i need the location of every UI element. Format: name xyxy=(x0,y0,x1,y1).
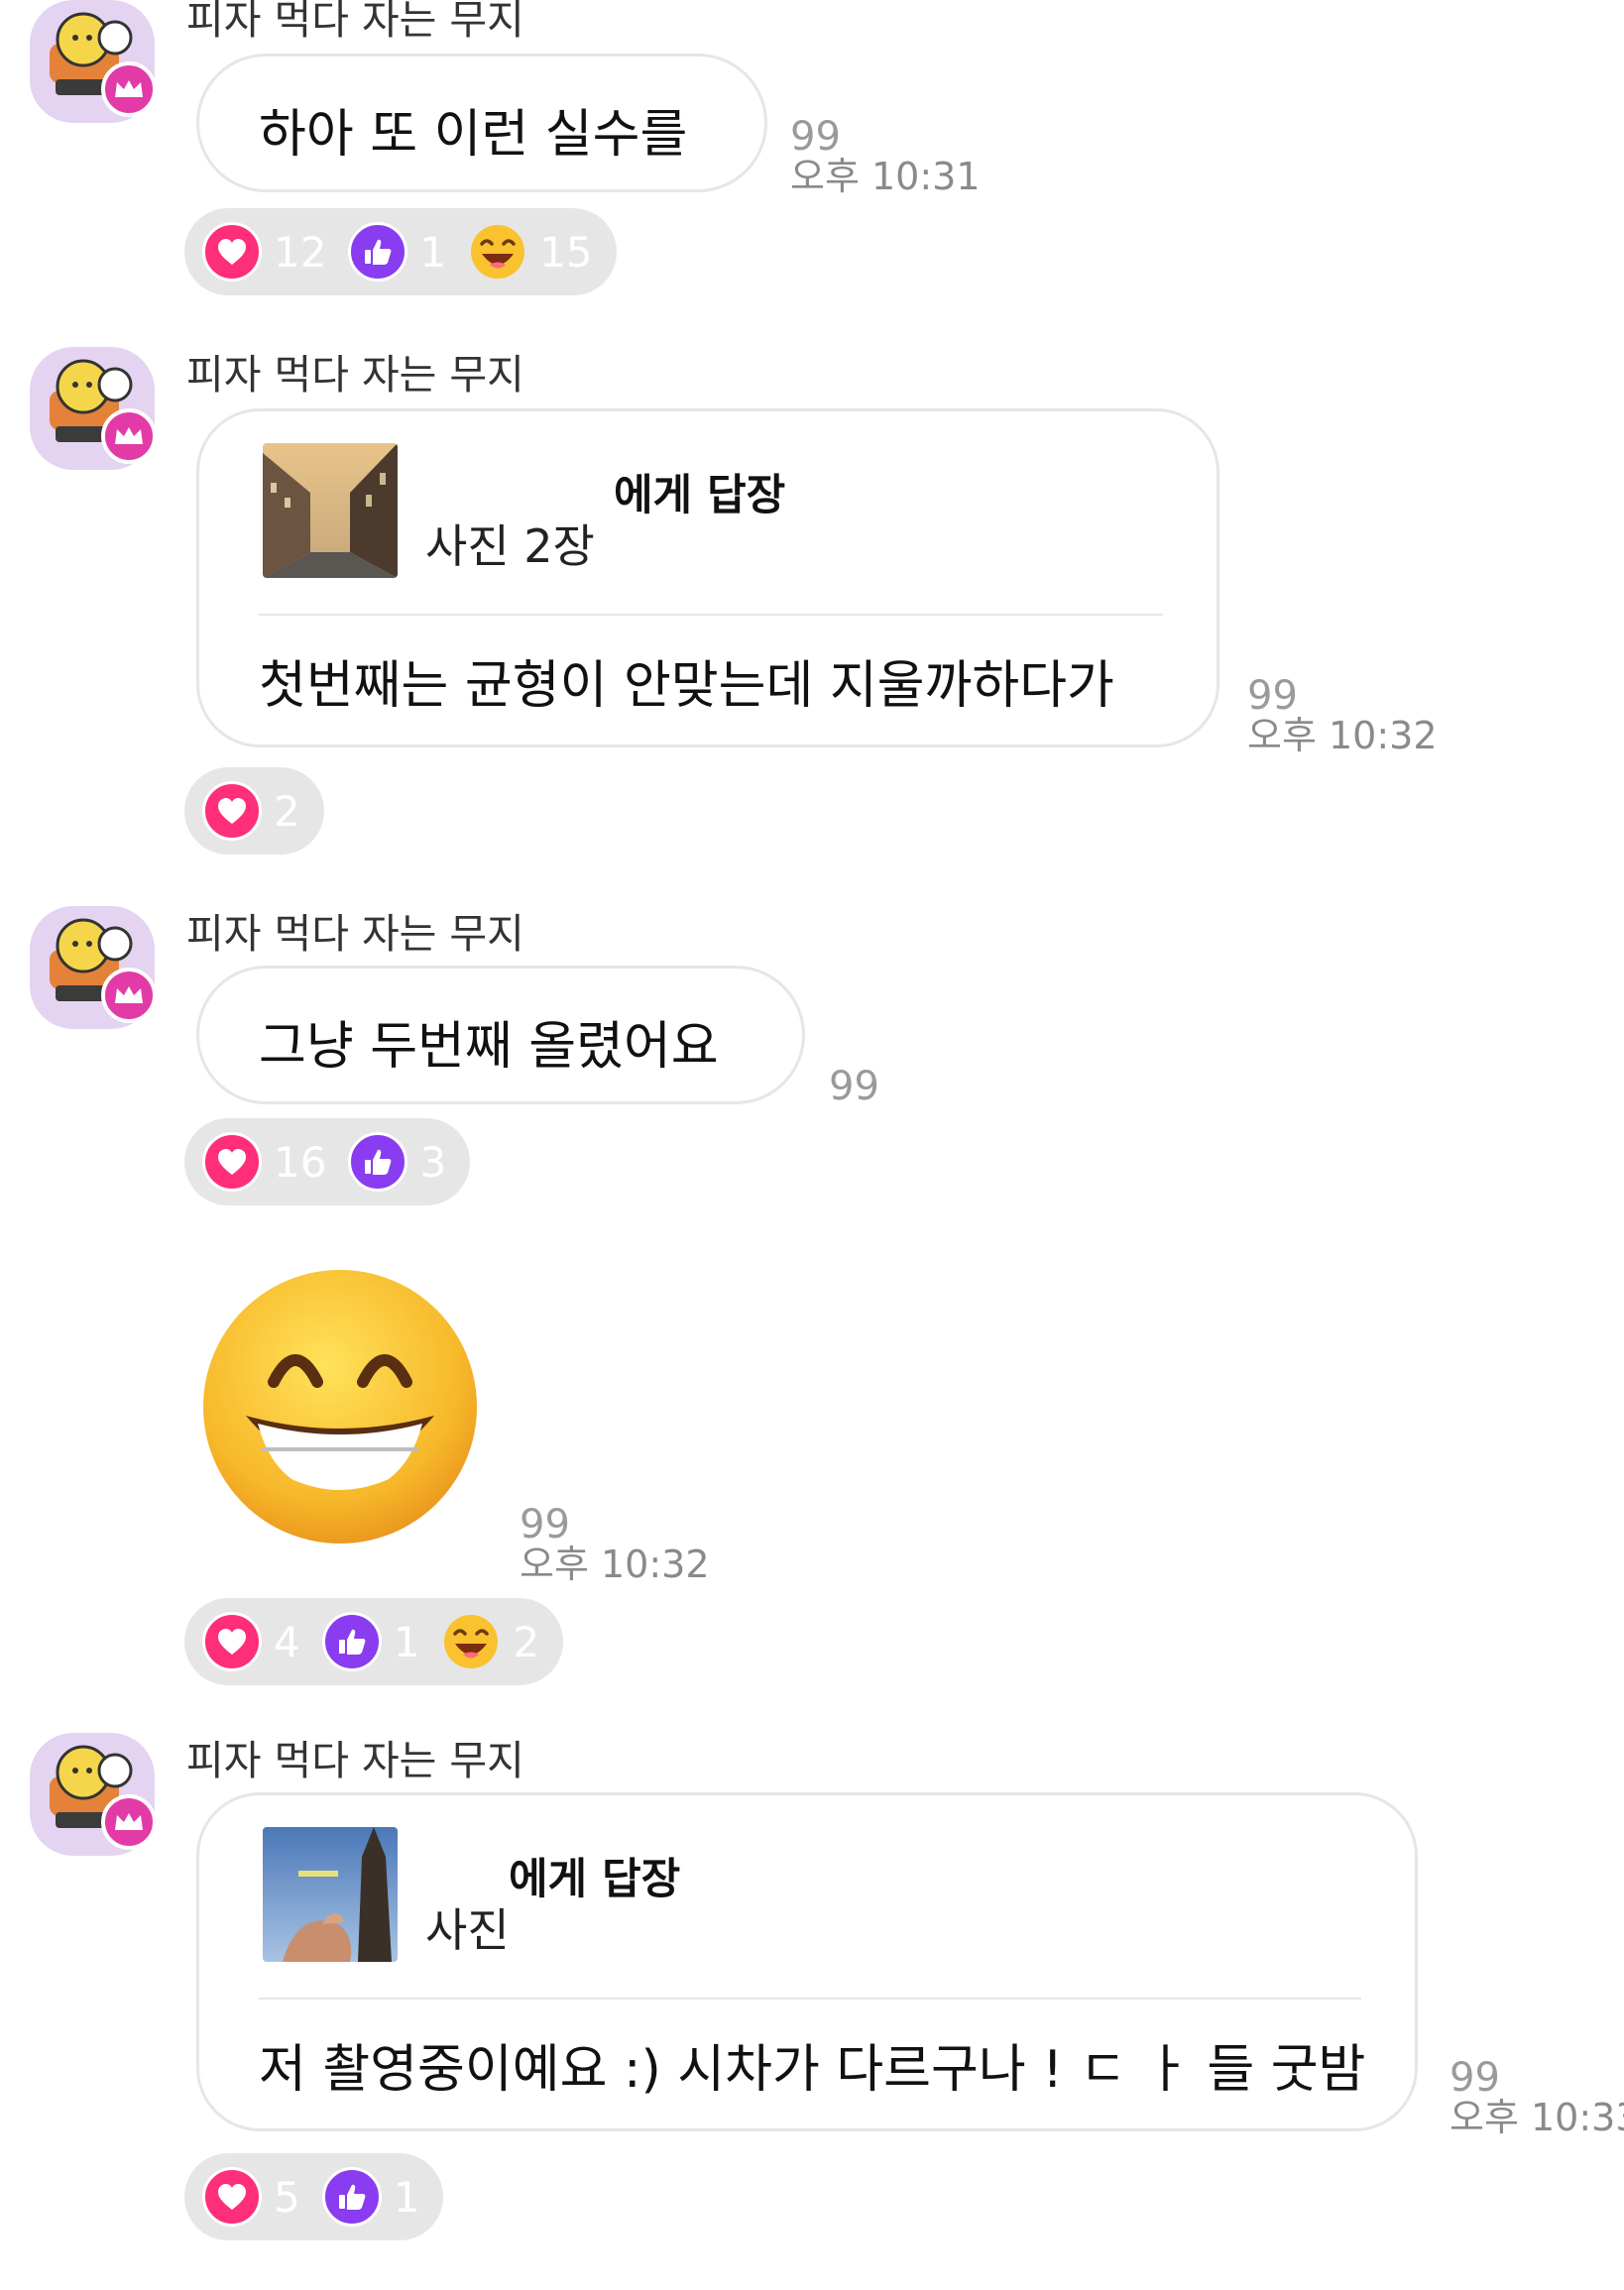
message-time: 오후 10:32 xyxy=(1247,714,1438,757)
message-text: 하아 또 이런 실수를 xyxy=(259,105,688,165)
reaction-count: 1 xyxy=(393,2172,420,2222)
crown-badge xyxy=(101,408,157,464)
reaction-heart[interactable]: 5 xyxy=(202,2167,300,2227)
reaction-thumbs-up[interactable]: 1 xyxy=(321,2167,420,2227)
reaction-count: 3 xyxy=(419,1137,447,1187)
reaction-laugh[interactable]: 2 xyxy=(441,1612,539,1671)
message-time: 오후 10:32 xyxy=(520,1543,710,1586)
reaction-thumbs-up[interactable]: 1 xyxy=(321,1612,420,1671)
message-text: 그냥 두번째 올렸어요 xyxy=(259,1017,719,1077)
reply-title: 에게 답장 xyxy=(614,471,786,520)
sender-name: 피자 먹다 자는 무지 xyxy=(186,910,524,958)
reply-divider xyxy=(259,614,1163,616)
laughing-face-icon xyxy=(468,222,527,282)
unread-count: 99 xyxy=(1247,673,1298,719)
reaction-count: 4 xyxy=(274,1617,300,1666)
crown-icon xyxy=(115,427,143,444)
reaction-count: 15 xyxy=(539,227,593,277)
reaction-count: 1 xyxy=(393,1617,420,1666)
chat-view: 피자 먹다 자는 무지 하아 또 이런 실수를 99 오후 10:31 12 1… xyxy=(0,0,1624,2290)
reaction-thumbs-up[interactable]: 1 xyxy=(348,222,446,282)
reaction-thumbs-up[interactable]: 3 xyxy=(348,1132,446,1192)
avatar[interactable] xyxy=(30,0,157,123)
message-time: 오후 10:31 xyxy=(790,155,981,198)
reaction-count: 2 xyxy=(274,786,300,836)
crown-badge xyxy=(101,1794,157,1850)
reply-photo-thumbnail[interactable] xyxy=(263,443,398,578)
crown-badge xyxy=(101,61,157,117)
thumbs-up-icon xyxy=(348,1132,408,1192)
laughing-face-icon xyxy=(441,1612,501,1671)
reaction-bar[interactable]: 4 1 2 xyxy=(184,1598,564,1685)
message-meta: 99 오후 10:31 xyxy=(790,117,981,196)
reaction-heart[interactable]: 12 xyxy=(202,222,326,282)
heart-icon xyxy=(202,1612,262,1671)
reaction-count: 1 xyxy=(419,227,447,277)
reaction-bar[interactable]: 2 xyxy=(184,767,324,855)
message-meta: 99 오후 10:32 xyxy=(1247,676,1438,755)
message-text: 저 촬영중이예요 :) 시차가 다르구나 ! ㄷ ㅏ 들 굿밤 xyxy=(259,2040,1366,2100)
message-text: 첫번째는 균형이 안맞는데 지울까하다가 xyxy=(259,656,1114,716)
reply-message-bubble[interactable]: 에게 답장 사진 저 촬영중이예요 :) 시차가 다르구나 ! ㄷ ㅏ 들 굿밤 xyxy=(196,1792,1418,2131)
heart-icon xyxy=(202,2167,262,2227)
heart-icon xyxy=(202,222,262,282)
reply-divider xyxy=(259,1998,1361,2000)
avatar[interactable] xyxy=(30,1733,157,1856)
unread-count: 99 xyxy=(829,1064,879,1109)
message-meta: 99 오후 10:32 xyxy=(520,1505,710,1584)
unread-count: 99 xyxy=(520,1502,570,1547)
crown-icon xyxy=(115,1813,143,1830)
message-bubble[interactable]: 그냥 두번째 올렸어요 xyxy=(196,966,805,1104)
sender-name: 피자 먹다 자는 무지 xyxy=(186,1737,524,1784)
unread-count: 99 xyxy=(790,114,841,160)
crown-icon xyxy=(115,80,143,97)
reaction-count: 2 xyxy=(513,1617,540,1666)
sender-name: 피자 먹다 자는 무지 xyxy=(186,0,524,44)
reaction-count: 16 xyxy=(274,1137,327,1187)
reaction-bar[interactable]: 5 1 xyxy=(184,2153,444,2240)
reaction-bar[interactable]: 12 1 15 xyxy=(184,208,617,295)
crown-badge xyxy=(101,968,157,1023)
grinning-face-emoji[interactable] xyxy=(200,1267,480,1546)
reaction-heart[interactable]: 4 xyxy=(202,1612,300,1671)
reply-photo-thumbnail[interactable] xyxy=(263,1827,398,1962)
message-bubble[interactable]: 하아 또 이런 실수를 xyxy=(196,54,767,192)
reaction-heart[interactable]: 16 xyxy=(202,1132,326,1192)
thumbs-up-icon xyxy=(321,1612,382,1671)
reply-title: 에게 답장 xyxy=(509,1855,681,1904)
avatar[interactable] xyxy=(30,347,157,470)
thumbs-up-icon xyxy=(321,2167,382,2227)
reply-subtitle: 사진 2장 xyxy=(425,519,595,573)
reply-subtitle: 사진 xyxy=(425,1903,510,1957)
sender-name: 피자 먹다 자는 무지 xyxy=(186,351,524,399)
crown-icon xyxy=(115,986,143,1003)
reaction-count: 5 xyxy=(274,2172,300,2222)
heart-icon xyxy=(202,781,262,841)
reply-message-bubble[interactable]: 에게 답장 사진 2장 첫번째는 균형이 안맞는데 지울까하다가 xyxy=(196,408,1219,747)
reaction-bar[interactable]: 16 3 xyxy=(184,1118,471,1205)
reaction-count: 12 xyxy=(274,227,327,277)
reaction-heart[interactable]: 2 xyxy=(202,781,300,841)
message-meta: 99 오후 10:33 xyxy=(1450,2058,1624,2137)
thumbs-up-icon xyxy=(348,222,408,282)
message-time: 오후 10:33 xyxy=(1450,2096,1624,2139)
heart-icon xyxy=(202,1132,262,1192)
avatar[interactable] xyxy=(30,906,157,1029)
unread-count: 99 xyxy=(1450,2055,1500,2101)
message-meta: 99 xyxy=(829,1067,879,1106)
reaction-laugh[interactable]: 15 xyxy=(468,222,593,282)
